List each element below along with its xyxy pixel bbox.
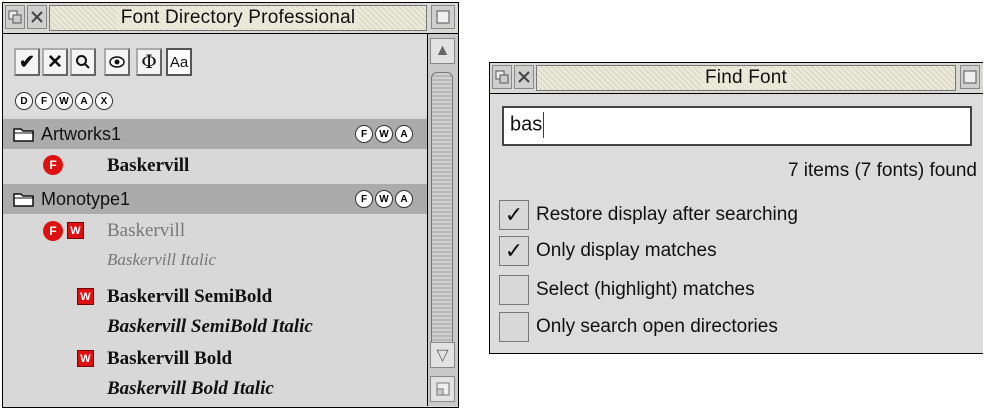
search-icon (76, 55, 90, 69)
font-row[interactable]: W Baskervill Bold (3, 344, 427, 374)
vertical-scrollbar[interactable]: ▲ ▽ (427, 34, 458, 406)
badge-w: W (375, 125, 393, 143)
find-font-title-bar[interactable]: Find Font (536, 65, 956, 91)
option-restore-display[interactable]: ✓ Restore display after searching (499, 200, 798, 230)
option-select-matches[interactable]: Select (highlight) matches (499, 275, 755, 305)
results-count: 7 items (7 fonts) found (787, 160, 977, 181)
search-input[interactable]: bas (502, 106, 972, 146)
filter-a-button[interactable]: A (75, 92, 93, 110)
checkbox[interactable] (499, 312, 529, 342)
font-name: Baskervill (107, 220, 186, 241)
font-name: Baskervill SemiBold (107, 286, 273, 307)
directory-badges: F W A (355, 125, 413, 143)
filter-w-button[interactable]: W (55, 92, 73, 110)
font-f-icon: F (43, 155, 63, 175)
font-row[interactable]: W Baskervill SemiBold (3, 282, 427, 312)
font-button[interactable]: Aa (166, 48, 192, 76)
back-icon[interactable] (5, 5, 25, 29)
toggle-size-icon[interactable] (960, 65, 980, 89)
badge-f: F (355, 190, 373, 208)
font-name: Baskervill SemiBold Italic (107, 316, 313, 337)
option-label: Only search open directories (536, 316, 778, 337)
find-font-window: Find Font bas 7 items (7 fonts) found ✓ … (489, 62, 983, 354)
cross-button[interactable]: ✕ (42, 48, 68, 76)
font-row[interactable]: Baskervill Bold Italic (3, 374, 427, 404)
font-w-icon: W (67, 222, 84, 239)
filter-d-button[interactable]: D (15, 92, 33, 110)
font-directory-title-bar[interactable]: Font Directory Professional (49, 5, 427, 31)
option-label: Restore display after searching (536, 204, 798, 225)
font-name: Baskervill Bold Italic (107, 378, 274, 399)
directory-badges: F W A (355, 190, 413, 208)
scroll-thumb[interactable] (431, 72, 453, 366)
option-label: Select (highlight) matches (536, 279, 755, 300)
font-name: Baskervill Italic (107, 250, 217, 269)
font-row[interactable]: Baskervill Italic (3, 246, 427, 276)
view-button[interactable] (104, 48, 130, 76)
find-font-titlebar: Find Font (490, 63, 983, 94)
directory-row-artworks1[interactable]: Artworks1 F W A (3, 119, 427, 149)
checkbox[interactable] (499, 275, 529, 305)
font-row[interactable]: Baskervill SemiBold Italic (3, 312, 427, 342)
badge-a: A (395, 190, 413, 208)
back-icon[interactable] (492, 65, 512, 89)
font-name: Baskervill (107, 155, 190, 176)
search-value: bas (510, 113, 543, 136)
font-directory-window: Font Directory Professional ✔ ✕ Φ Aa D F… (2, 2, 459, 408)
filter-f-button[interactable]: F (35, 92, 53, 110)
font-f-icon: F (43, 221, 63, 241)
option-only-display-matches[interactable]: ✓ Only display matches (499, 236, 717, 266)
directory-name: Artworks1 (41, 123, 122, 144)
checkbox[interactable]: ✓ (499, 200, 529, 230)
text-caret (543, 112, 545, 138)
font-w-icon: W (77, 288, 94, 305)
window-title: Find Font (700, 67, 792, 89)
scroll-up-arrow-icon[interactable]: ▲ (430, 38, 455, 64)
window-title: Font Directory Professional (116, 7, 360, 29)
checkbox[interactable]: ✓ (499, 236, 529, 266)
font-w-icon: W (77, 350, 94, 367)
font-list: Artworks1 F W A F Baskervill Monotype1 F… (3, 116, 427, 406)
close-icon[interactable] (514, 65, 534, 89)
font-row[interactable]: F W Baskervill (3, 216, 427, 246)
folder-icon (13, 128, 34, 142)
directory-name: Monotype1 (41, 188, 131, 209)
resize-icon[interactable] (430, 376, 455, 402)
badge-f: F (355, 125, 373, 143)
directory-row-monotype1[interactable]: Monotype1 F W A (3, 184, 427, 214)
filter-x-button[interactable]: X (95, 92, 113, 110)
eye-icon (109, 56, 125, 68)
toggle-size-icon[interactable] (431, 5, 455, 29)
tick-button[interactable]: ✔ (14, 48, 40, 76)
phi-button[interactable]: Φ (136, 48, 162, 76)
badge-a: A (395, 125, 413, 143)
toolbar: ✔ ✕ Φ Aa D F W A X (3, 34, 427, 117)
close-icon[interactable] (27, 5, 47, 29)
scroll-down-arrow-icon[interactable]: ▽ (430, 342, 455, 368)
font-directory-titlebar: Font Directory Professional (3, 3, 458, 34)
folder-icon (13, 193, 34, 207)
font-row[interactable]: F Baskervill (3, 151, 427, 181)
badge-w: W (375, 190, 393, 208)
option-label: Only display matches (536, 240, 717, 261)
search-button[interactable] (70, 48, 96, 76)
font-name: Baskervill Bold (107, 348, 233, 369)
option-only-search-open[interactable]: Only search open directories (499, 312, 778, 342)
